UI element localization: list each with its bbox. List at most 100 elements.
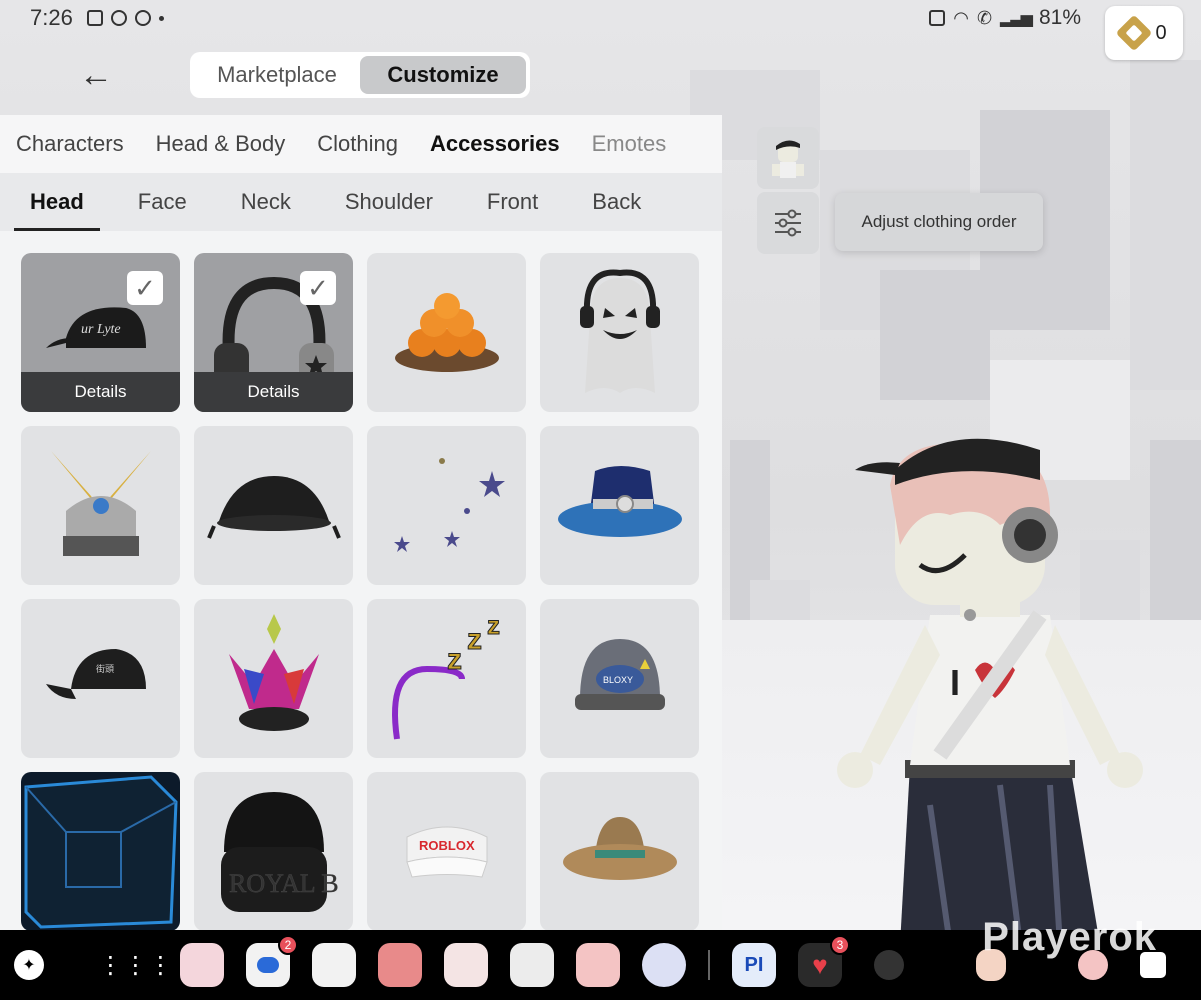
hearts-badge: 3 [830, 935, 850, 955]
taskbar-separator [708, 950, 710, 980]
item-orange-bowl[interactable] [367, 253, 526, 412]
app-gallery-icon[interactable] [510, 943, 554, 987]
black-beret-icon [206, 475, 341, 539]
tab-emotes[interactable]: Emotes [592, 131, 667, 157]
app-qr-scanner-icon[interactable] [312, 943, 356, 987]
straw-hat-icon [562, 816, 677, 880]
samurai-helmet-icon [50, 450, 151, 556]
item-black-cap[interactable]: ur Lyte ✓ Details [21, 253, 180, 412]
blue-cube-icon [24, 775, 178, 929]
robux-button[interactable]: 0 [1105, 6, 1183, 60]
item-moon-stars[interactable] [367, 426, 526, 585]
wifi-icon: ◠ [953, 7, 969, 28]
item-hard-hat[interactable]: BLOXY [540, 599, 699, 758]
royal-beanie-icon: ROYAL BL [220, 791, 339, 912]
tab-customize[interactable]: Customize [360, 56, 526, 94]
status-bar: 7:26 ◠ ✆ ▂▃▅ 81% [0, 0, 1201, 36]
item-roblox-visor[interactable]: ROBLOX [367, 772, 526, 930]
game-launcher-icon[interactable]: ✦ [14, 950, 44, 980]
svg-text:街頭: 街頭 [96, 663, 114, 674]
subtab-shoulder[interactable]: Shoulder [329, 173, 449, 231]
robux-count: 0 [1155, 21, 1167, 44]
app-pi-icon[interactable]: PI [732, 943, 776, 987]
svg-text:BLOXY: BLOXY [603, 675, 633, 685]
svg-text:z: z [487, 610, 500, 640]
black-cap-icon: ur Lyte [45, 306, 146, 348]
item-blue-fedora[interactable] [540, 426, 699, 585]
app-bear-icon[interactable] [180, 943, 224, 987]
item-black-baseball-cap[interactable]: 街頭 [21, 599, 180, 758]
hard-hat-icon: BLOXY [574, 638, 665, 710]
battery-percent: 81% [1038, 6, 1081, 29]
app-heart-icon[interactable]: ♥ 3 [798, 935, 850, 987]
avatar-thumbnail-button[interactable] [757, 127, 819, 189]
bulb-icon [134, 10, 151, 26]
more-notifications-icon [158, 15, 164, 21]
app-strawberry-icon[interactable] [378, 943, 422, 987]
status-time: 7:26 [30, 5, 73, 30]
subtab-neck[interactable]: Neck [225, 173, 307, 231]
playerok-watermark: Playerok [982, 915, 1157, 959]
details-button[interactable]: Details [21, 372, 180, 412]
mode-switch: Marketplace Customize [190, 52, 530, 98]
call-icon: ✆ [976, 7, 993, 28]
customize-panel: Characters Head & Body Clothing Accessor… [0, 115, 722, 930]
app-drawer-icon[interactable]: ⋮⋮⋮ [99, 943, 173, 987]
orange-bowl-icon [394, 292, 499, 372]
item-headphones[interactable]: ✓ Details [194, 253, 353, 412]
app-notes-icon[interactable] [444, 943, 488, 987]
blue-fedora-icon [557, 465, 682, 537]
tab-accessories[interactable]: Accessories [430, 131, 560, 157]
item-black-beret[interactable] [194, 426, 353, 585]
tab-marketplace[interactable]: Marketplace [194, 56, 360, 94]
pill-icon [110, 10, 127, 26]
item-blue-cube[interactable] [21, 772, 180, 930]
app-eye-icon[interactable] [642, 943, 686, 987]
crown-icon [228, 613, 319, 731]
accessory-grid: ur Lyte ✓ Details ✓ Details 街頭 z z z BLO… [21, 253, 699, 930]
subtab-back[interactable]: Back [576, 173, 657, 231]
zzz-headband-icon: zz z [391, 609, 500, 739]
messages-badge: 2 [278, 935, 298, 955]
svg-text:I: I [950, 662, 960, 703]
item-straw-hat[interactable] [540, 772, 699, 930]
ghost-headphones-icon [579, 269, 660, 393]
adjust-clothing-order-button[interactable] [757, 192, 819, 254]
robux-icon [1116, 14, 1153, 52]
back-button[interactable]: ← [74, 55, 118, 94]
category-tabs: Characters Head & Body Clothing Accessor… [0, 115, 722, 173]
subtab-head[interactable]: Head [14, 173, 100, 231]
tab-head-body[interactable]: Head & Body [156, 131, 286, 157]
item-crown[interactable] [194, 599, 353, 758]
adjust-clothing-order-tooltip: Adjust clothing order [835, 193, 1043, 251]
gallery-icon [86, 10, 103, 26]
item-samurai-helmet[interactable] [21, 426, 180, 585]
app-car-icon[interactable] [874, 950, 904, 980]
svg-text:z: z [447, 643, 462, 676]
item-royal-beanie[interactable]: ROYAL BL [194, 772, 353, 930]
item-zzz-headband[interactable]: zzz [367, 599, 526, 758]
avatar-figure: I [837, 438, 1143, 930]
signal-icon: ▂▃▅ [1000, 10, 1033, 27]
svg-text:ur Lyte: ur Lyte [81, 322, 121, 337]
app-camera-icon[interactable] [576, 943, 620, 987]
checkmark-icon[interactable]: ✓ [300, 271, 336, 305]
moon-stars-icon [388, 457, 505, 552]
svg-text:ROYAL BL: ROYAL BL [229, 869, 339, 898]
svg-text:ROBLOX: ROBLOX [419, 838, 475, 853]
subtab-front[interactable]: Front [471, 173, 554, 231]
subtab-face[interactable]: Face [122, 173, 203, 231]
battery-saver-icon [929, 10, 946, 26]
back-arrow-icon: ← [79, 55, 113, 94]
subcategory-tabs: Head Face Neck Shoulder Front Back [0, 173, 722, 231]
sliders-icon [775, 209, 801, 237]
tab-clothing[interactable]: Clothing [317, 131, 398, 157]
checkmark-icon[interactable]: ✓ [127, 271, 163, 305]
details-button[interactable]: Details [194, 372, 353, 412]
roblox-visor-icon: ROBLOX [405, 826, 488, 878]
item-ghost-headphones[interactable] [540, 253, 699, 412]
tab-characters[interactable]: Characters [16, 131, 124, 157]
svg-text:z: z [467, 623, 482, 656]
avatar-thumbnail-icon [772, 140, 804, 178]
app-messages-icon[interactable]: 2 [246, 935, 298, 987]
